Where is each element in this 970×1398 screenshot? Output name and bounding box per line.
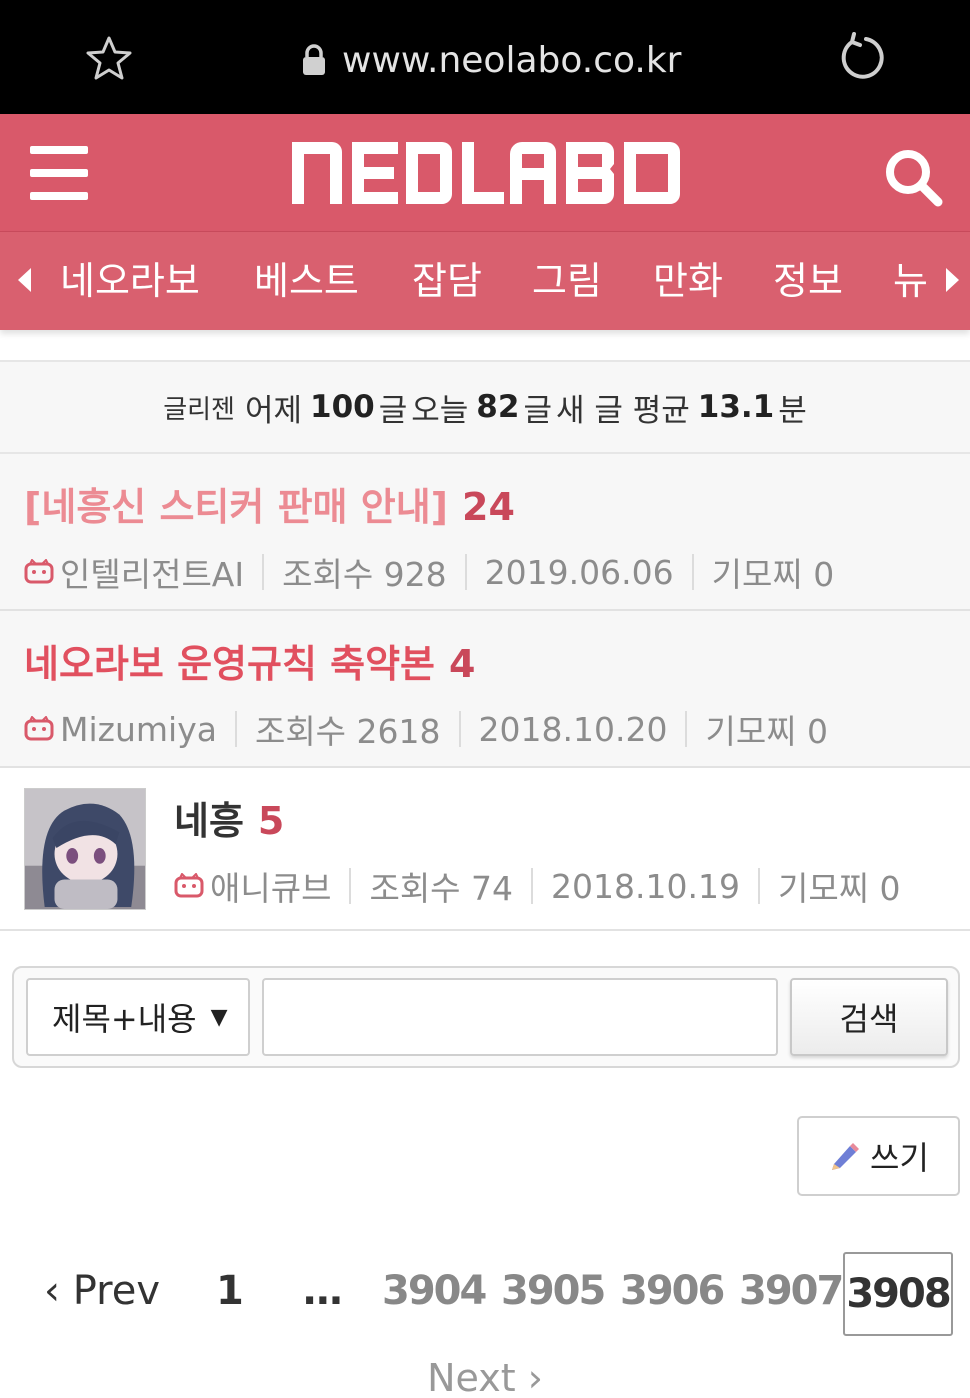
post-author[interactable]: 애니큐브 — [210, 862, 331, 910]
post-meta: 애니큐브 조회수 74 2018.10.19 기모찌 0 — [174, 862, 901, 910]
divider — [757, 868, 760, 904]
post-title[interactable]: 네흥 5 — [174, 790, 284, 845]
list-item[interactable]: [네흥신 스티커 판매 안내] 24 인텔리전트AI 조회수 928 2019.0… — [0, 454, 970, 611]
divider — [531, 868, 534, 904]
post-likes: 기모찌 0 — [705, 712, 829, 751]
search-panel: 제목+내용 ▼ 검색 — [12, 966, 960, 1068]
post-views: 조회수 2618 — [254, 712, 441, 751]
nav-item-comics[interactable]: 만화 — [653, 258, 723, 304]
page-link[interactable]: 3906 — [620, 1268, 725, 1314]
search-input[interactable] — [262, 978, 778, 1056]
url-field[interactable]: www.neolabo.co.kr — [300, 32, 682, 88]
stats-unit: 글 — [378, 392, 408, 429]
comment-count: 24 — [462, 485, 515, 529]
write-button[interactable]: 쓰기 — [797, 1116, 960, 1196]
nav-item-drawing[interactable]: 그림 — [532, 258, 602, 304]
nav-item-news[interactable]: 뉴 — [893, 258, 928, 304]
nav-items: 네오라보 베스트 잡담 그림 만화 정보 뉴 — [0, 232, 930, 330]
post-meta: Mizumiya 조회수 2618 2018.10.20 기모찌 0 — [24, 705, 828, 753]
prev-label: Prev — [72, 1268, 160, 1314]
comment-count: 4 — [449, 642, 476, 686]
page-link[interactable]: 3907 — [739, 1268, 844, 1314]
post-title[interactable]: [네흥신 스티커 판매 안내] 24 — [24, 476, 515, 531]
post-date: 2018.10.20 — [478, 709, 668, 749]
write-button-label: 쓰기 — [870, 1139, 929, 1177]
list-item[interactable]: 네흥 5 애니큐브 조회수 74 2018.10.19 기모찌 0 — [0, 768, 970, 931]
post-date: 2018.10.19 — [551, 866, 740, 906]
next-label: Next — [427, 1356, 516, 1398]
divider — [691, 554, 694, 590]
list-item[interactable]: 네오라보 운영규칙 축약본 4 Mizumiya 조회수 2618 2018.10… — [0, 611, 970, 768]
stats-avg-value: 13.1 — [697, 389, 775, 425]
stats-yesterday-count: 100 — [310, 389, 375, 425]
post-title-text: [네흥신 스티커 판매 안내] — [24, 485, 449, 529]
url-text: www.neolabo.co.kr — [342, 39, 682, 81]
user-level-icon — [24, 559, 54, 584]
nav-scroll-right-icon[interactable] — [946, 268, 959, 292]
current-page[interactable]: 3908 — [843, 1252, 953, 1336]
divider — [234, 711, 237, 747]
pagination: ‹ Prev 1 ... 3904 3905 3906 3907 3908 — [0, 1250, 970, 1338]
next-page-link[interactable]: Next › — [0, 1356, 970, 1398]
nav-item-best[interactable]: 베스트 — [254, 258, 359, 304]
chevron-down-icon: ▼ — [210, 1004, 228, 1030]
post-date: 2019.06.06 — [484, 552, 674, 592]
post-thumbnail[interactable] — [24, 788, 146, 910]
post-likes: 기모찌 0 — [711, 555, 835, 594]
post-title[interactable]: 네오라보 운영규칙 축약본 4 — [24, 633, 475, 688]
browser-address-bar: www.neolabo.co.kr — [0, 0, 970, 114]
site-header — [0, 114, 970, 232]
stats-unit: 글 — [523, 392, 552, 429]
stats-today-label: 오늘 — [411, 392, 469, 429]
post-author[interactable]: Mizumiya — [60, 710, 217, 749]
user-level-icon — [174, 873, 204, 898]
search-scope-value: 제목+내용 — [52, 1000, 197, 1038]
page-link[interactable]: 3904 — [382, 1268, 487, 1314]
post-title-text: 네오라보 운영규칙 축약본 — [24, 642, 436, 686]
nav-item-info[interactable]: 정보 — [773, 258, 843, 304]
nav-item-neolabo[interactable]: 네오라보 — [60, 258, 200, 304]
post-author[interactable]: 인텔리전트AI — [60, 548, 244, 596]
star-icon[interactable] — [84, 34, 134, 84]
prev-page-link[interactable]: ‹ Prev — [44, 1268, 160, 1314]
chevron-left-icon: ‹ — [44, 1268, 73, 1314]
user-level-icon — [24, 716, 54, 741]
menu-icon[interactable] — [30, 146, 88, 200]
stats-yesterday-label: 어제 — [244, 392, 302, 429]
divider — [685, 711, 688, 747]
search-icon[interactable] — [882, 146, 944, 208]
chevron-right-icon: › — [515, 1356, 543, 1398]
category-nav: 네오라보 베스트 잡담 그림 만화 정보 뉴 — [0, 232, 970, 330]
divider — [349, 868, 352, 904]
nav-item-chat[interactable]: 잡담 — [412, 258, 482, 304]
search-button[interactable]: 검색 — [790, 978, 948, 1056]
search-scope-select[interactable]: 제목+내용 ▼ — [26, 978, 250, 1056]
page-link[interactable]: 3905 — [501, 1268, 606, 1314]
comment-count: 5 — [257, 799, 285, 843]
post-likes: 기모찌 0 — [777, 869, 901, 908]
page-ellipsis: ... — [302, 1268, 344, 1314]
post-title-text: 네흥 — [174, 799, 244, 843]
reload-icon[interactable] — [836, 32, 888, 84]
stats-label: 글리젠 — [163, 394, 235, 425]
lock-icon — [303, 44, 325, 75]
site-logo[interactable] — [290, 140, 684, 206]
stats-avg-unit: 분 — [778, 392, 807, 429]
post-views: 조회수 74 — [369, 869, 514, 908]
page-link-first[interactable]: 1 — [216, 1268, 244, 1314]
pencil-icon — [832, 1143, 860, 1170]
post-meta: 인텔리전트AI 조회수 928 2019.06.06 기모찌 0 — [24, 548, 834, 596]
stats-avg-label: 새 글 평균 — [555, 392, 690, 429]
divider — [464, 554, 467, 590]
post-stats-bar: 글리젠 어제 100 글 오늘 82 글 새 글 평균 13.1 분 — [0, 360, 970, 454]
divider — [458, 711, 461, 747]
divider — [262, 554, 265, 590]
post-views: 조회수 928 — [282, 555, 447, 594]
stats-today-count: 82 — [476, 389, 520, 425]
